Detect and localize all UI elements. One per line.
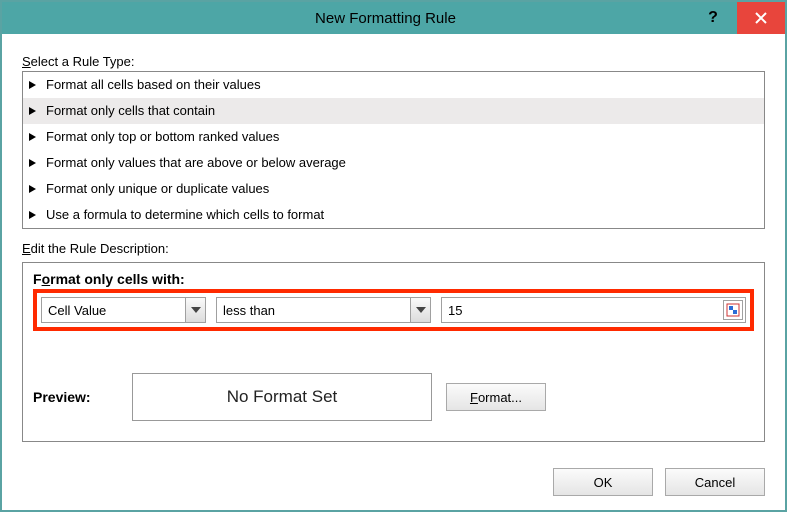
rule-type-list[interactable]: Format all cells based on their values F… <box>22 71 765 229</box>
rule-type-item[interactable]: Format only values that are above or bel… <box>23 150 764 176</box>
content-area: Select a Rule Type: Format all cells bas… <box>2 34 785 458</box>
edit-description-label: Edit the Rule Description: <box>22 241 765 256</box>
triangle-icon <box>29 107 36 115</box>
criteria-row: Cell Value less than 15 <box>33 289 754 331</box>
help-button[interactable]: ? <box>689 2 737 34</box>
chevron-down-icon <box>185 298 205 322</box>
preview-label: Preview: <box>33 389 118 405</box>
cancel-button[interactable]: Cancel <box>665 468 765 496</box>
chevron-down-icon <box>410 298 430 322</box>
value-input[interactable]: 15 <box>441 297 746 323</box>
titlebar: New Formatting Rule ? <box>2 2 785 34</box>
triangle-icon <box>29 185 36 193</box>
window-buttons: ? <box>689 2 785 34</box>
dialog-footer: OK Cancel <box>2 458 785 510</box>
close-icon <box>755 12 767 24</box>
triangle-icon <box>29 159 36 167</box>
select-rule-type-label: Select a Rule Type: <box>22 54 765 69</box>
subject-dropdown[interactable]: Cell Value <box>41 297 206 323</box>
rule-type-item[interactable]: Format only top or bottom ranked values <box>23 124 764 150</box>
rule-type-item[interactable]: Format only unique or duplicate values <box>23 176 764 202</box>
rule-type-item[interactable]: Format only cells that contain <box>23 98 764 124</box>
range-selector-icon <box>726 303 740 317</box>
description-panel: Format only cells with: Cell Value less … <box>22 262 765 442</box>
format-only-label: Format only cells with: <box>33 271 754 287</box>
triangle-icon <box>29 81 36 89</box>
format-button[interactable]: Format... <box>446 383 546 411</box>
triangle-icon <box>29 133 36 141</box>
ok-button[interactable]: OK <box>553 468 653 496</box>
range-selector-button[interactable] <box>723 300 743 320</box>
preview-box: No Format Set <box>132 373 432 421</box>
dialog-window: New Formatting Rule ? Select a Rule Type… <box>0 0 787 512</box>
window-title: New Formatting Rule <box>2 10 689 27</box>
operator-dropdown[interactable]: less than <box>216 297 431 323</box>
rule-type-item[interactable]: Format all cells based on their values <box>23 72 764 98</box>
triangle-icon <box>29 211 36 219</box>
rule-type-item[interactable]: Use a formula to determine which cells t… <box>23 202 764 228</box>
close-button[interactable] <box>737 2 785 34</box>
preview-row: Preview: No Format Set Format... <box>33 373 754 421</box>
